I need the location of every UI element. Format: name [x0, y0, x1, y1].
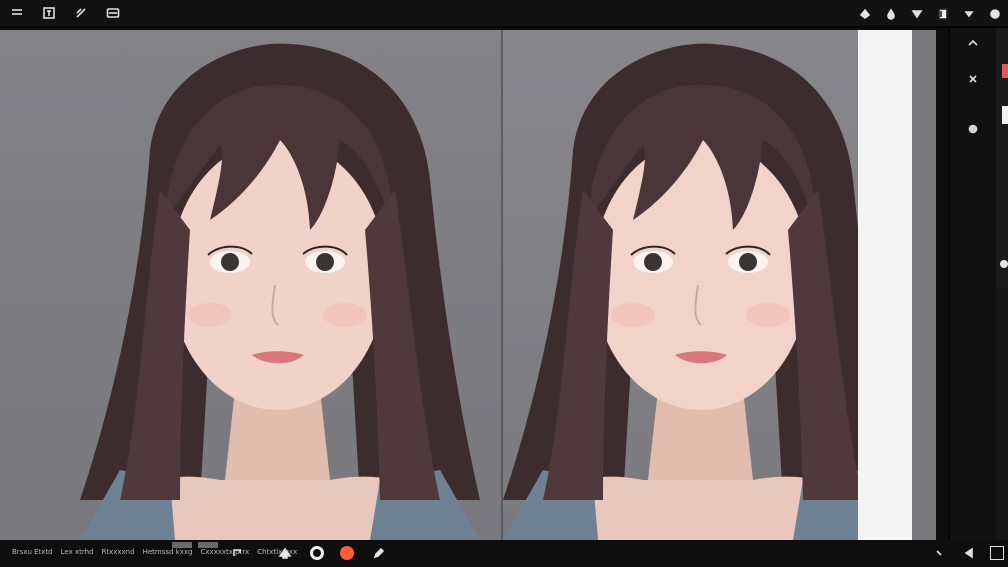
pen-icon[interactable]: [370, 544, 388, 562]
tool-row: [228, 544, 388, 562]
fill-icon[interactable]: [856, 5, 874, 23]
fullscreen-icon[interactable]: [990, 546, 1004, 560]
properties-panel: [948, 28, 1008, 540]
status-item: Rtxxxxnd: [101, 548, 135, 556]
accent-color-swatch[interactable]: [1002, 64, 1008, 78]
stop-icon[interactable]: [310, 546, 324, 560]
drop-icon[interactable]: [882, 5, 900, 23]
properties-lower-area: [996, 288, 1008, 540]
settings-icon[interactable]: [986, 5, 1004, 23]
frame-icon[interactable]: [40, 4, 58, 22]
crop-icon[interactable]: [934, 5, 952, 23]
color-dot-icon[interactable]: [340, 546, 354, 560]
status-item: Lex xtrhd: [60, 548, 94, 556]
portrait-image-left: [60, 30, 480, 540]
image-canvas[interactable]: [0, 30, 936, 540]
target-icon[interactable]: [964, 120, 982, 138]
status-item: Brsxu Etxtd: [12, 548, 53, 556]
arrow-icon[interactable]: [930, 544, 948, 562]
canvas-edge-strip: [912, 30, 936, 540]
brush-icon[interactable]: [72, 4, 90, 22]
properties-icon-column: [958, 28, 988, 138]
status-item: Hetmssd kxxg: [142, 548, 193, 556]
layer-tab[interactable]: [198, 542, 218, 548]
light-color-swatch[interactable]: [1002, 106, 1008, 124]
brush-tool-icon[interactable]: [276, 544, 294, 562]
image-editor-app: Brsxu Etxtd Lex xtrhd Rtxxxxnd Hetmssd k…: [0, 0, 1008, 567]
menu-icon[interactable]: [8, 4, 26, 22]
chevron-up-icon[interactable]: [964, 34, 982, 52]
bottom-right-controls: [930, 544, 1004, 562]
slider-handle[interactable]: [1000, 260, 1008, 268]
play-back-icon[interactable]: [960, 544, 978, 562]
layer-tabs: [172, 542, 218, 548]
canvas-margin-strip: [858, 30, 912, 540]
canvas-panel-edited[interactable]: [503, 30, 858, 540]
filter-icon[interactable]: [908, 5, 926, 23]
toolbar-left-group: [0, 4, 122, 22]
undo-icon[interactable]: [228, 544, 246, 562]
panel-icon[interactable]: [104, 4, 122, 22]
portrait-image-right: [503, 30, 858, 540]
canvas-panel-original[interactable]: [0, 30, 502, 540]
top-toolbar: [0, 0, 1008, 28]
toolbar-right-group: [856, 0, 1004, 28]
layer-tab[interactable]: [172, 542, 192, 548]
close-icon[interactable]: [964, 70, 982, 88]
dropdown-icon[interactable]: [960, 5, 978, 23]
bottom-toolbar: Brsxu Etxtd Lex xtrhd Rtxxxxnd Hetmssd k…: [0, 540, 1008, 567]
